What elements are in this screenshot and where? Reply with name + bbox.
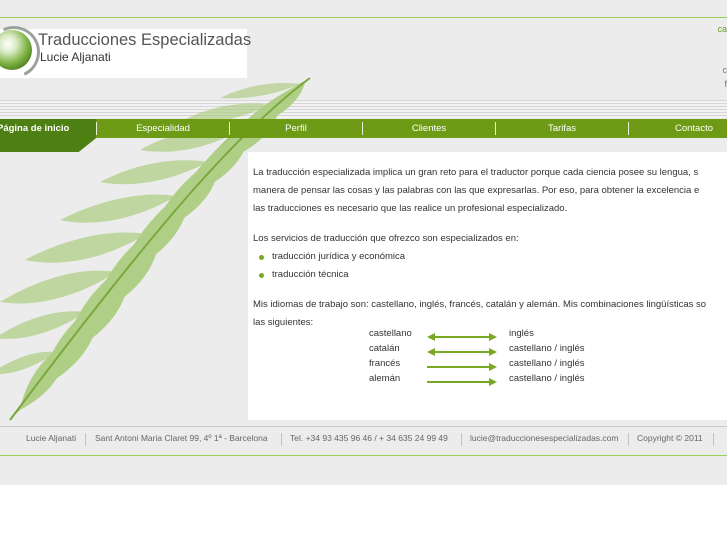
intro-line: manera de pensar las cosas y las palabra… [253,185,700,196]
nav-item-especialidad[interactable]: Especialidad [97,119,229,138]
pair-source: catalán [369,343,400,354]
pair-target: castellano / inglés [509,373,585,384]
service-item: traducción técnica [253,266,727,284]
nav-item-home[interactable]: Página de inicio [0,119,95,138]
language-pair-row: castellano inglés [369,328,629,343]
pair-source: alemán [369,373,401,384]
footer-separator [85,433,86,446]
footer-phone: Tel. +34 93 435 96 46 / + 34 635 24 99 4… [290,433,448,443]
language-switch-link[interactable]: ca [717,24,727,34]
language-pair-row: catalán castellano / inglés [369,343,629,358]
footer-separator [281,433,282,446]
footer-separator [461,433,462,446]
bidirectional-arrow-icon [427,348,497,356]
page-background: Traducciones Especializadas Lucie Aljana… [0,0,727,485]
footer: Lucie Aljanati Sant Antoni Maria Claret … [0,433,727,447]
pair-target: castellano / inglés [509,343,585,354]
nav-item-clientes[interactable]: Clientes [363,119,495,138]
services-intro: Los servicios de traducción que ofrezco … [253,233,519,244]
nav-item-tarifas[interactable]: Tarifas [496,119,628,138]
language-pair-row: alemán castellano / inglés [369,373,629,388]
main-content: La traducción especializada implica un g… [253,164,727,332]
right-arrow-icon [427,378,497,386]
intro-line: las traducciones es necesario que las re… [253,203,568,214]
footer-rule [0,426,727,427]
services-list: traducción jurídica y económica traducci… [253,248,727,284]
footer-email-link[interactable]: lucie@traduccionesespecializadas.com [470,433,618,443]
footer-separator [628,433,629,446]
service-item: traducción jurídica y económica [253,248,727,266]
logo-subtitle: Lucie Aljanati [40,50,111,64]
languages-text: Mis idiomas de trabajo son: castellano, … [253,299,707,310]
footer-copyright: Copyright © 2011 [637,433,703,443]
top-rule [0,17,727,18]
logo-title[interactable]: Traducciones Especializadas [38,31,251,50]
footer-separator [713,433,714,446]
footer-address: Sant Antoni Maria Claret 99, 4º 1ª - Bar… [95,433,268,443]
intro-line: La traducción especializada implica un g… [253,167,699,178]
pair-source: castellano [369,328,412,339]
pair-target: castellano / inglés [509,358,585,369]
language-pairs: castellano inglés catalán castellano / i… [369,328,629,388]
pair-target: inglés [509,328,534,339]
header-contact-text: c [722,65,727,75]
nav-item-contacto[interactable]: Contacto [629,119,727,138]
right-arrow-icon [427,363,497,371]
footer-bottom-rule [0,455,727,456]
nav-item-perfil[interactable]: Perfil [230,119,362,138]
language-pair-row: francés castellano / inglés [369,358,629,373]
pair-source: francés [369,358,401,369]
footer-name: Lucie Aljanati [26,433,77,443]
bidirectional-arrow-icon [427,333,497,341]
